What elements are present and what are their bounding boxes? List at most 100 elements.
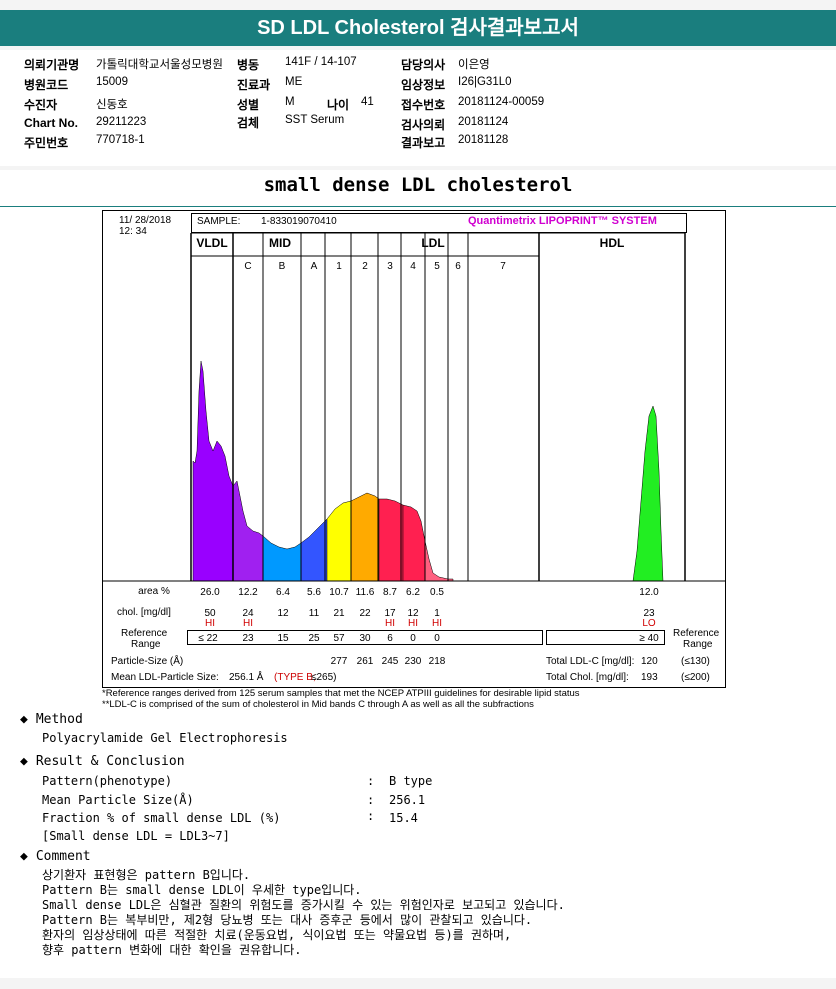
chol-value: 12 [277, 608, 289, 619]
comment-line: 향후 pattern 변화에 대한 확인을 권유합니다. [42, 943, 302, 957]
band-label: 2 [362, 261, 368, 272]
total-chol-value: 193 [641, 672, 658, 683]
doctor-value: 이은영 [458, 59, 490, 71]
result-note: [Small dense LDL = LDL3~7] [42, 829, 230, 843]
receipt-label: 접수번호 [401, 98, 446, 112]
clinical-label: 임상정보 [401, 78, 446, 92]
chol-flag: HI [408, 618, 418, 629]
area-value: 10.7 [329, 587, 349, 598]
footnote-2: **LDL-C is comprised of the sum of chole… [102, 699, 534, 710]
group-label-mid: MID [269, 236, 291, 250]
result-value-3: 15.4 [389, 811, 418, 825]
band-label: 7 [500, 261, 506, 272]
particle-size-value: 261 [357, 656, 374, 667]
mean-size-value: 256.1 Å [229, 672, 264, 683]
result-value-2: 256.1 [389, 793, 426, 807]
method-text: Polyacrylamide Gel Electrophoresis [42, 731, 288, 745]
group-label-ldl: LDL [421, 236, 444, 250]
band-b-area [262, 535, 302, 582]
band-label: 1 [336, 261, 342, 272]
band-label: A [311, 261, 318, 272]
age-value: 41 [361, 96, 374, 108]
chol-flag: HI [243, 618, 253, 629]
doctor-label: 담당의사 [401, 58, 446, 72]
age-label: 나이 [327, 98, 350, 112]
total-ldl-value: 120 [641, 656, 658, 667]
hdl-band-area [632, 405, 664, 582]
vldl-band-area [192, 360, 234, 582]
chol-flag: HI [385, 618, 395, 629]
request-value: 20181124 [458, 116, 509, 128]
mean-size-label: Mean LDL-Particle Size: [111, 672, 219, 683]
diamond-bullet-icon: ◆ [20, 712, 28, 727]
total-ldl-label: Total LDL-C [mg/dl]: [546, 656, 635, 667]
method-heading: ◆ Method [20, 712, 83, 727]
result-label-2: Mean Particle Size(Å) [42, 793, 194, 807]
comment-heading: ◆ Comment [20, 849, 91, 864]
area-value: 12.0 [639, 587, 659, 598]
band-c-area [232, 480, 264, 582]
dept-value: ME [285, 76, 303, 88]
area-value: 12.2 [238, 587, 258, 598]
chol-value: 21 [333, 608, 345, 619]
band-label: 4 [410, 261, 416, 272]
group-label-vldl: VLDL [196, 236, 227, 250]
ref-range-box [187, 630, 543, 645]
request-label: 검사의뢰 [401, 118, 446, 132]
result-value-1: B type [389, 774, 433, 788]
report-date-value: 20181128 [458, 134, 509, 146]
chol-value: 22 [359, 608, 371, 619]
area-value: 8.7 [383, 587, 397, 598]
section-title: small dense LDL cholesterol [263, 174, 573, 196]
result-colon-3: : [367, 809, 375, 823]
method-heading-text: Method [35, 712, 83, 727]
result-colon-2: : [367, 793, 375, 807]
particle-size-value: 218 [429, 656, 446, 667]
band-2-area [350, 492, 380, 582]
total-chol-label: Total Chol. [mg/dl]: [546, 672, 629, 683]
area-value: 26.0 [200, 587, 220, 598]
specimen-label: 검체 [237, 116, 260, 130]
footnote-1: *Reference ranges derived from 125 serum… [102, 688, 580, 699]
ref-hdl-label-2: Range [683, 639, 713, 650]
band-label: 3 [387, 261, 393, 272]
band-4-area [402, 504, 426, 582]
resident-label: 주민번호 [24, 136, 69, 150]
band-3-area [378, 498, 404, 582]
patient-label: 수진자 [24, 98, 58, 112]
area-value: 5.6 [307, 587, 321, 598]
band-label: C [244, 261, 251, 272]
result-label-3: Fraction % of small dense LDL (%) [42, 811, 281, 825]
chol-value: 11 [309, 608, 320, 619]
ref-row-label-1: Reference [121, 628, 168, 639]
particle-size-value: 245 [382, 656, 399, 667]
area-value: 6.2 [406, 587, 420, 598]
comment-heading-text: Comment [35, 849, 91, 864]
chart-plot: VLDL MID LDL HDLC B A 1 2 3 4 5 6 726.0 12.2 6.4 5.6 10.… [103, 232, 725, 667]
particle-size-value: 277 [331, 656, 348, 667]
mean-type: (TYPE B; [274, 672, 316, 683]
area-row-label: area % [138, 586, 170, 597]
chol-row-label: chol. [mg/dl] [117, 607, 171, 618]
code-label: 병원코드 [24, 78, 69, 92]
diamond-bullet-icon: ◆ [20, 849, 28, 864]
group-label-hdl: HDL [600, 236, 625, 250]
result-colon-1: : [367, 774, 375, 788]
total-ldl-ref: (≤130) [681, 656, 710, 667]
result-heading: ◆ Result & Conclusion [20, 754, 185, 769]
chart-no-label: Chart No. [24, 116, 78, 130]
receipt-value: 20181124-00059 [458, 96, 545, 108]
chol-flag: LO [642, 618, 656, 629]
area-value: 6.4 [276, 587, 290, 598]
chol-flag: HI [432, 618, 442, 629]
band-label: 5 [434, 261, 440, 272]
band-a-area [300, 518, 328, 582]
total-chol-ref: (≤200) [681, 672, 710, 683]
particle-size-value: 230 [405, 656, 422, 667]
area-value: 0.5 [430, 587, 444, 598]
mean-type-ref: ≤265) [311, 672, 337, 683]
patient-value: 신동호 [96, 99, 128, 111]
ref-hdl-label-1: Reference [673, 628, 720, 639]
area-value: 11.6 [356, 587, 375, 598]
sex-label: 성별 [237, 98, 260, 112]
